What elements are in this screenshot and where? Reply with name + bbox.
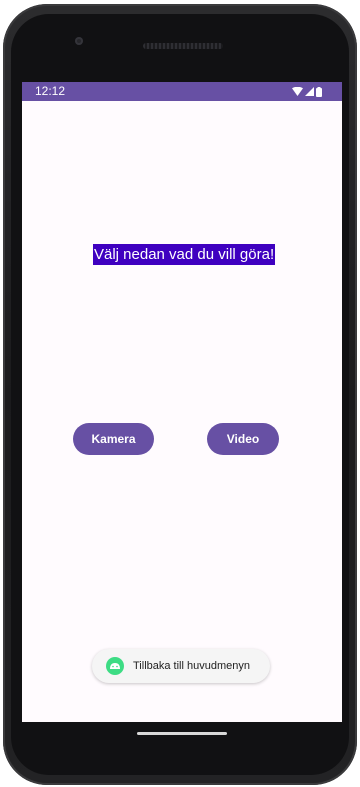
signal-icon bbox=[305, 87, 314, 96]
navigation-bar bbox=[22, 722, 342, 752]
toast-message: Tillbaka till huvudmenyn bbox=[92, 649, 270, 683]
toast-text: Tillbaka till huvudmenyn bbox=[133, 660, 250, 672]
status-icons bbox=[292, 86, 322, 97]
kamera-button[interactable]: Kamera bbox=[73, 423, 154, 455]
wifi-icon bbox=[292, 87, 303, 96]
video-button[interactable]: Video bbox=[207, 423, 279, 455]
status-bar: 12:12 bbox=[22, 82, 342, 101]
status-time: 12:12 bbox=[35, 84, 66, 98]
android-icon bbox=[106, 657, 124, 675]
earpiece-speaker bbox=[143, 43, 223, 49]
app-screen: 12:12 Välj nedan vad du vill göra! Kamer… bbox=[22, 82, 342, 722]
front-camera bbox=[75, 37, 83, 45]
home-gesture-bar[interactable] bbox=[137, 732, 227, 735]
page-title: Välj nedan vad du vill göra! bbox=[93, 244, 276, 265]
battery-icon bbox=[316, 86, 322, 97]
